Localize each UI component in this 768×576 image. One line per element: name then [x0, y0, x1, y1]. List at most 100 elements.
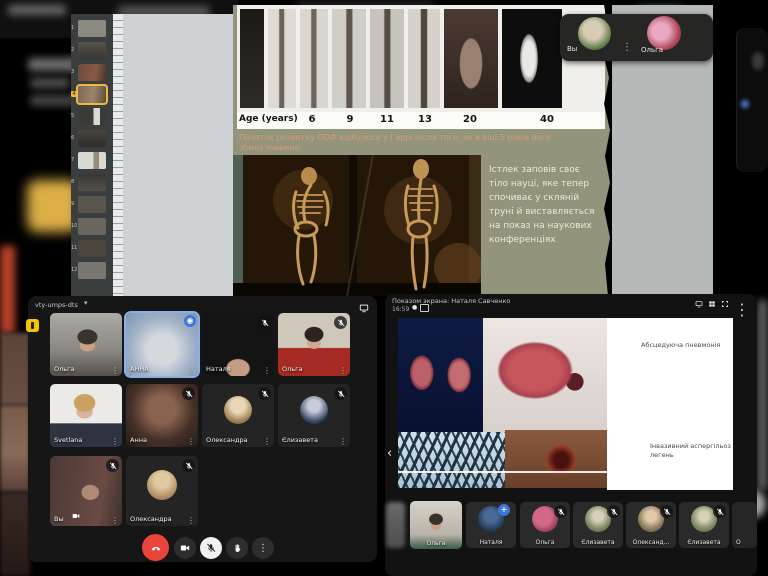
participant-avatar: [224, 396, 252, 424]
more-icon[interactable]: ⋮: [734, 300, 750, 319]
mic-muted-icon: [554, 505, 567, 518]
aspergillosis-label: Інвазивний аспергільоз легень: [650, 442, 736, 460]
participant-tile[interactable]: ◉ АННА ⋮: [126, 313, 198, 376]
share-scrollbar-handle[interactable]: [620, 465, 633, 478]
tile-menu-icon[interactable]: ⋮: [339, 366, 347, 375]
blurred-edge: [757, 300, 768, 490]
strip-tile[interactable]: Єлизавета: [679, 502, 729, 548]
more-options-button[interactable]: ⋮: [252, 537, 274, 559]
editor-ruler[interactable]: [113, 14, 123, 296]
tile-menu-icon[interactable]: ⋮: [263, 437, 271, 446]
participant-name: Єлизавета: [282, 436, 318, 444]
editor-canvas[interactable]: [123, 14, 233, 296]
participant-avatar: [147, 470, 177, 500]
share-screen-icon[interactable]: [695, 300, 703, 308]
participant-name: Вы: [54, 515, 64, 523]
age-photo: [240, 9, 264, 108]
mic-muted-icon: [106, 459, 119, 472]
mic-muted-icon: [182, 387, 195, 400]
raise-hand-button[interactable]: [226, 537, 248, 559]
telemost-app-icon[interactable]: [26, 319, 39, 332]
strip-tile-partial[interactable]: О: [732, 502, 757, 548]
mic-muted-icon: [334, 316, 347, 329]
mic-muted-icon: [258, 316, 271, 329]
slide-thumbnail[interactable]: [78, 152, 106, 169]
participant-tile[interactable]: Ольга ⋮: [50, 313, 122, 376]
tile-menu-icon[interactable]: ⋮: [263, 366, 271, 375]
slide-number: 2: [71, 47, 77, 53]
slide-thumbnail-selected[interactable]: [78, 86, 106, 103]
participant-tile[interactable]: Єлизавета ⋮: [278, 384, 350, 447]
strip-tile-partial[interactable]: [386, 502, 405, 548]
slide-thumbnail[interactable]: [78, 64, 106, 81]
hangup-button[interactable]: [142, 534, 169, 561]
slide-number: 11: [71, 245, 77, 251]
tile-menu-icon[interactable]: ⋮: [111, 366, 119, 375]
slide-thumbnail[interactable]: [78, 108, 106, 125]
age-value: 9: [340, 114, 360, 125]
meeting-caret-icon[interactable]: ▾: [84, 299, 88, 307]
tile-menu-icon[interactable]: ⋮: [187, 516, 195, 525]
pip-window-icon[interactable]: [420, 304, 429, 312]
blurred-text: [30, 78, 70, 88]
slide-thumbnail[interactable]: [78, 262, 106, 279]
participant-name: Анна: [130, 436, 147, 444]
cast-icon[interactable]: [359, 303, 369, 313]
participant-name: Ольга: [282, 365, 303, 373]
record-dot-icon: ●: [412, 304, 417, 311]
slide-thumbnail[interactable]: [78, 42, 106, 59]
slide-thumbnail[interactable]: [78, 218, 106, 235]
participant-tile[interactable]: Олександра ⋮: [202, 384, 274, 447]
participant-tile[interactable]: Анна ⋮: [126, 384, 198, 447]
tile-menu-icon[interactable]: ⋮: [111, 437, 119, 446]
mic-muted-icon: [607, 505, 620, 518]
participant-name: Наталя: [206, 365, 231, 373]
participant-avatar: [300, 396, 328, 424]
grid-view-icon[interactable]: [708, 300, 716, 308]
overlay-more-icon[interactable]: ⋮: [622, 42, 632, 53]
age-axis-label: Age (years): [239, 114, 298, 124]
share-title: Показом экрана: Наталя Савченко: [392, 297, 510, 305]
participant-tile[interactable]: Олександра ⋮: [126, 456, 198, 526]
mic-muted-button[interactable]: [200, 537, 222, 559]
avatar-you[interactable]: [578, 17, 611, 50]
meeting-code[interactable]: vty-umps-dts: [35, 301, 78, 309]
camera-icon[interactable]: [72, 505, 80, 524]
tile-menu-icon[interactable]: ⋮: [111, 516, 119, 525]
strip-tile[interactable]: + Наталя: [466, 502, 516, 548]
caption-line-2: збила машина.: [239, 143, 601, 153]
blurred-red-strip: [0, 246, 15, 334]
strip-tile[interactable]: Єлизавета: [573, 502, 623, 548]
mic-muted-icon: [334, 387, 347, 400]
slide-thumbnail[interactable]: [78, 240, 106, 257]
slide-thumbnail[interactable]: [78, 20, 106, 37]
slide-thumbnail[interactable]: [78, 130, 106, 147]
participant-tile[interactable]: Ольга ⋮: [278, 313, 350, 376]
participant-tile[interactable]: Наталя ⋮: [202, 313, 274, 376]
strip-tile[interactable]: Ольга: [520, 502, 570, 548]
age-photo: [300, 9, 328, 108]
blurred-text: [30, 95, 76, 106]
camera-toggle-button[interactable]: [174, 537, 196, 559]
participant-tile-you[interactable]: Вы ⋮: [50, 456, 122, 526]
fullscreen-icon[interactable]: [721, 300, 729, 308]
mic-muted-icon: [660, 505, 673, 518]
participant-name: Олександра: [206, 436, 248, 444]
tile-menu-icon[interactable]: ⋮: [187, 437, 195, 446]
slide-number: 3: [71, 69, 77, 75]
age-numbers-row: Age (years) 6 9 11 13 20 40: [237, 112, 605, 129]
share-scrollbar-track[interactable]: [398, 471, 700, 473]
scroll-left-icon[interactable]: ‹: [387, 446, 392, 461]
strip-participant-name: Ольга: [520, 539, 570, 546]
participant-tile[interactable]: Svetlana ⋮: [50, 384, 122, 447]
slide-thumbnail[interactable]: [78, 174, 106, 191]
strip-tile[interactable]: Олександ...: [626, 502, 676, 548]
strip-participant-name: Олександ...: [626, 539, 676, 546]
strip-tile[interactable]: Ольга: [410, 501, 462, 549]
tile-menu-icon[interactable]: ⋮: [339, 437, 347, 446]
skeletons-museum-photo: [233, 155, 481, 296]
age-photo: [370, 9, 404, 108]
tile-menu-icon[interactable]: ⋮: [187, 366, 195, 375]
slide-thumbnail[interactable]: [78, 196, 106, 213]
avatar-olga[interactable]: [647, 16, 681, 50]
